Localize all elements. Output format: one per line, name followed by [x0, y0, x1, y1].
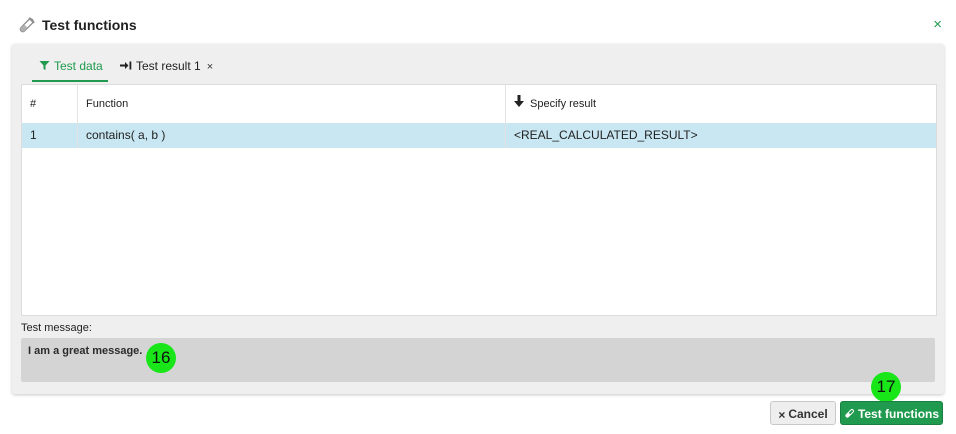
test-data-table: # Function Specify result 1 contains( a,… — [21, 84, 937, 316]
arrow-down-icon — [514, 85, 524, 123]
column-header-number[interactable]: # — [22, 85, 78, 123]
column-header-specify-result-label: Specify result — [530, 98, 597, 110]
test-functions-button-label: Test functions — [857, 407, 940, 421]
tab-test-data-label: Test data — [54, 59, 103, 73]
column-header-function[interactable]: Function — [78, 85, 506, 123]
arrow-right-bar-icon — [120, 55, 132, 79]
cancel-button[interactable]: × Cancel — [770, 401, 836, 425]
cancel-button-label: Cancel — [788, 407, 828, 421]
dialog-title: Test functions — [42, 17, 137, 33]
row-function[interactable]: contains( a, b ) — [78, 123, 506, 148]
test-message-label: Test message: — [21, 322, 92, 334]
close-icon: × — [778, 407, 786, 422]
test-tube-icon — [16, 16, 36, 36]
row-number: 1 — [22, 123, 78, 148]
dialog-body: Test data Test result 1 × # Function Spe… — [12, 44, 944, 394]
tab-test-data[interactable]: Test data — [32, 54, 108, 82]
test-tube-icon — [844, 403, 855, 427]
close-icon[interactable]: × — [933, 17, 942, 32]
step-marker-16: 16 — [146, 343, 176, 373]
column-header-specify-result[interactable]: Specify result — [506, 85, 936, 123]
tab-close-icon[interactable]: × — [207, 55, 213, 79]
test-message-text: I am a great message. — [28, 345, 143, 357]
test-functions-button[interactable]: Test functions — [840, 401, 943, 425]
tab-test-result-1[interactable]: Test result 1 × — [120, 54, 213, 82]
filter-icon — [39, 55, 50, 79]
test-functions-dialog: Test functions × Test data Test result 1… — [0, 0, 956, 434]
dialog-header: Test functions × — [0, 0, 956, 44]
tab-test-result-1-label: Test result 1 — [136, 59, 201, 73]
row-result[interactable]: <REAL_CALCULATED_RESULT> — [506, 123, 936, 148]
step-marker-17: 17 — [871, 372, 901, 402]
table-row[interactable]: 1 contains( a, b ) <REAL_CALCULATED_RESU… — [22, 123, 936, 148]
table-header: # Function Specify result — [22, 85, 936, 124]
